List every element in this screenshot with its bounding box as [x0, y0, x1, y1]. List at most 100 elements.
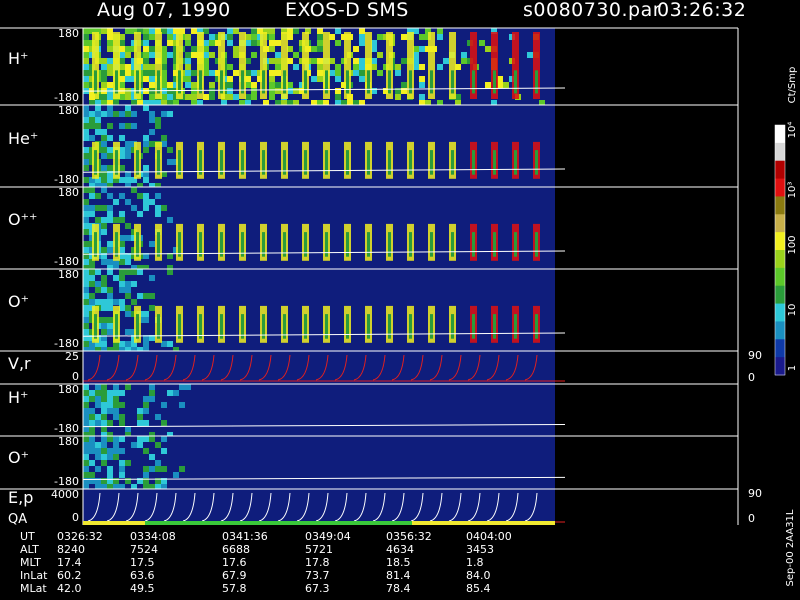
spectrum-cell	[107, 329, 113, 335]
spectrum-cell	[161, 135, 167, 141]
spectrum-cell	[107, 153, 113, 159]
spectrum-cell	[149, 46, 155, 52]
spectrum-cell	[83, 46, 89, 52]
spectrum-cell	[101, 436, 107, 442]
y-tick-top: 180	[58, 435, 79, 448]
spectrum-cell	[191, 52, 197, 58]
spectrum-cell	[113, 402, 119, 408]
pitch-angle-core	[535, 70, 538, 94]
pitch-angle-core	[388, 150, 391, 175]
spectrum-cell	[119, 390, 125, 396]
spectrum-cell	[89, 460, 95, 466]
ephemeris-value: 81.4	[386, 569, 411, 582]
spectrum-cell	[359, 70, 365, 76]
spectrum-cell	[107, 64, 113, 70]
spectrum-cell	[119, 275, 125, 281]
y-tick-top: 25	[65, 350, 79, 363]
colorbar-swatch	[775, 285, 785, 305]
spectrum-cell	[83, 52, 89, 58]
y-tick-bottom: -180	[54, 337, 79, 350]
spectrum-cell	[125, 199, 131, 205]
spectrum-cell	[89, 281, 95, 287]
spectrum-cell	[83, 460, 89, 466]
spectrum-cell	[83, 275, 89, 281]
spectrum-cell	[83, 28, 89, 34]
spectrum-cell	[227, 94, 233, 100]
spectrum-cell	[227, 76, 233, 82]
spectrum-cell	[149, 275, 155, 281]
spectrum-cell	[101, 448, 107, 454]
spectrum-cell	[89, 211, 95, 217]
spectrum-cell	[317, 76, 323, 82]
y-tick-bottom: -180	[54, 422, 79, 435]
panel-label: O⁺	[8, 292, 29, 311]
spectrum-cell	[125, 223, 131, 229]
y-tick-top: 180	[58, 186, 79, 199]
spectrum-cell	[83, 159, 89, 165]
spectrum-cell	[185, 58, 191, 64]
spectrum-cell	[419, 94, 425, 100]
ephemeris-value: 7524	[130, 543, 158, 556]
spectrum-cell	[95, 129, 101, 135]
pitch-angle-core	[514, 232, 517, 257]
pitch-angle-core	[472, 70, 475, 94]
spectrum-cell	[101, 177, 107, 183]
colorbar-swatch	[775, 214, 785, 233]
colorbar-swatch	[775, 339, 785, 358]
ephemeris-value: 63.6	[130, 569, 155, 582]
spectrum-cell	[419, 46, 425, 52]
spectrum-cell	[149, 384, 155, 390]
spectrum-cell	[125, 76, 131, 82]
pitch-angle-core	[367, 70, 370, 94]
spectrum-cell	[131, 111, 137, 117]
pitch-angle-core	[178, 232, 181, 257]
spectrum-cell	[119, 135, 125, 141]
spectrum-cell	[149, 28, 155, 34]
ephemeris-value: 73.7	[305, 569, 330, 582]
colorbar-swatch	[775, 160, 785, 180]
colorbar-tick-2: 100	[787, 235, 798, 254]
spectrum-cell	[95, 111, 101, 117]
spectrum-cell	[155, 117, 161, 123]
spectrum-cell	[101, 135, 107, 141]
spectrum-cell	[275, 64, 281, 70]
spectrum-cell	[107, 70, 113, 76]
spectrum-cell	[95, 420, 101, 426]
pitch-angle-core	[157, 150, 160, 175]
spectrum-cell	[167, 269, 173, 275]
spectrum-cell	[101, 408, 107, 414]
spectrum-cell	[317, 70, 323, 76]
spectrum-cell	[461, 58, 467, 64]
spectrum-cell	[119, 460, 125, 466]
spectrum-cell	[107, 211, 113, 217]
spectrum-cell	[167, 40, 173, 46]
spectrum-cell	[107, 448, 113, 454]
spectrum-cell	[101, 341, 107, 347]
spectrum-cell	[353, 58, 359, 64]
pitch-angle-core	[94, 232, 97, 257]
spectrum-cell	[167, 390, 173, 396]
spectrum-cell	[395, 70, 401, 76]
panel-o_plus_2	[0, 435, 739, 490]
spectrum-cell	[83, 34, 89, 40]
spectrum-cell	[155, 460, 161, 466]
qa-bar-segment	[83, 521, 145, 525]
spectrum-cell	[149, 396, 155, 402]
pitch-angle-core	[535, 232, 538, 257]
spectrum-cell	[83, 478, 89, 484]
colorbar-swatch	[775, 357, 785, 376]
spectrum-cell	[209, 88, 215, 94]
spectrum-cell	[143, 58, 149, 64]
spectrum-cell	[89, 448, 95, 454]
pitch-angle-core	[472, 150, 475, 175]
panel-label: H⁺	[8, 49, 28, 68]
spectrum-cell	[101, 275, 107, 281]
spectrum-cell	[269, 58, 275, 64]
ephemeris-value: 0334:08	[130, 530, 176, 543]
spectrum-cell	[191, 70, 197, 76]
spectrum-cell	[143, 76, 149, 82]
spectrum-cell	[101, 58, 107, 64]
spectrum-cell	[125, 177, 131, 183]
spectrum-cell	[83, 287, 89, 293]
ephemeris-value: 67.3	[305, 582, 330, 595]
